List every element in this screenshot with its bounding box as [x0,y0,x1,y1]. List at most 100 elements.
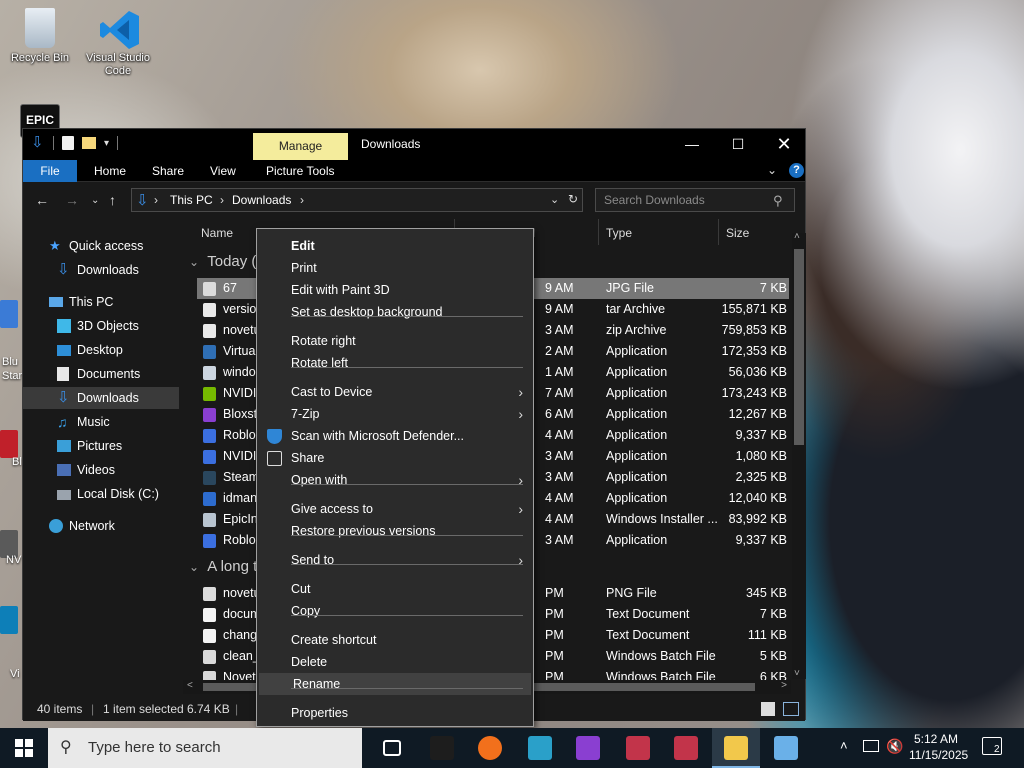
start-button[interactable] [0,728,48,768]
nav-local-disk[interactable]: Local Disk (C:) [23,483,179,505]
recent-locations-icon[interactable]: ⌄ [91,195,99,206]
menu-item-restore-previous-versions[interactable]: Restore previous versions [257,520,533,542]
breadcrumb-this-pc[interactable]: This PC [170,193,213,207]
breadcrumb-separator-icon[interactable]: › [220,193,224,207]
tab-manage[interactable]: Manage [253,133,348,160]
volume-muted-icon[interactable]: 🔇 [886,738,903,755]
search-input[interactable]: Search Downloads [595,188,795,212]
menu-item-delete[interactable]: Delete [257,651,533,673]
menu-item-7-zip[interactable]: 7-Zip › [257,403,533,425]
minimize-button[interactable]: — [669,129,715,160]
address-bar[interactable]: ⇩ › This PC › Downloads › ⌄ ↻ [131,188,583,212]
menu-item-send-to[interactable]: Send to › [257,549,533,571]
scroll-down-icon[interactable]: ˅ [794,668,800,679]
up-arrow-icon[interactable]: ↑ [109,192,116,208]
nav-downloads-pinned[interactable]: ⇩ Downloads [23,259,179,281]
nav-network[interactable]: Network [23,515,179,537]
vertical-scrollbar[interactable]: ˄ ˅ [792,231,806,679]
back-arrow-icon[interactable]: ← [35,192,49,208]
nav-3d-objects[interactable]: 3D Objects [23,315,179,337]
menu-item-copy[interactable]: Copy [257,600,533,622]
scroll-up-icon[interactable]: ˄ [794,231,800,242]
menu-item-rotate-left[interactable]: Rotate left [257,352,533,374]
scroll-right-icon[interactable]: ˃ [781,680,787,691]
menu-item-edit-with-paint-3d[interactable]: Edit with Paint 3D [257,279,533,301]
nav-pictures[interactable]: Pictures [23,435,179,457]
file-type: Text Document [606,607,690,621]
desktop-icon-partial[interactable] [0,430,18,458]
nav-music[interactable]: ♫ Music [23,411,179,433]
maximize-button[interactable]: ☐ [715,129,761,160]
desktop-icon-partial[interactable] [0,300,18,328]
new-folder-icon[interactable] [82,137,96,149]
nav-desktop[interactable]: Desktop [23,339,179,361]
taskbar-app-firefox[interactable] [466,728,514,768]
clock-time[interactable]: 5:12 AM [914,732,958,746]
clock-date[interactable]: 11/15/2025 [909,748,968,762]
tab-share[interactable]: Share [152,160,184,182]
column-divider[interactable] [598,219,599,245]
menu-item-give-access-to[interactable]: Give access to › [257,498,533,520]
taskbar-app-epic-games[interactable] [418,728,466,768]
desktop-icon-recycle-bin[interactable]: Recycle Bin [2,8,78,65]
scroll-left-icon[interactable]: ˂ [187,680,193,691]
column-divider[interactable] [718,219,719,245]
group-header-long-ago[interactable]: ⌄ A long t [189,558,257,575]
taskbar-search-input[interactable]: ⚲ Type here to search [48,728,362,768]
column-header-size[interactable]: Size [726,223,749,243]
network-icon[interactable] [863,740,879,752]
nav-videos[interactable]: Videos [23,459,179,481]
chevron-down-icon[interactable]: ⌄ [767,163,777,177]
refresh-icon[interactable]: ↻ [568,192,578,206]
taskbar-app-paint[interactable] [762,728,810,768]
desktop-icon-vscode[interactable]: Visual Studio Code [80,8,156,78]
menu-item-scan-with-microsoft-defender[interactable]: Scan with Microsoft Defender... [257,425,533,447]
breadcrumb-downloads[interactable]: Downloads [232,193,291,207]
title-bar[interactable]: ⇩ ▾ Manage Downloads — ☐ ✕ [23,129,805,160]
forward-arrow-icon[interactable]: → [65,192,79,208]
address-dropdown-icon[interactable]: ⌄ [550,193,559,206]
group-header-today[interactable]: ⌄ Today (1 [189,253,265,270]
menu-item-print[interactable]: Print [257,257,533,279]
desktop-icon-partial[interactable] [0,606,18,634]
taskbar-app-bloxstrap[interactable] [564,728,612,768]
tab-file[interactable]: File [23,160,77,182]
download-arrow-icon[interactable]: ⇩ [31,135,45,151]
menu-item-share[interactable]: Share [257,447,533,469]
taskbar-app-app-n[interactable] [662,728,710,768]
breadcrumb-separator-icon[interactable]: › [300,193,304,207]
tab-home[interactable]: Home [94,160,126,182]
nav-downloads[interactable]: ⇩ Downloads [23,387,179,409]
properties-icon[interactable] [62,136,74,150]
column-header-type[interactable]: Type [606,223,632,243]
menu-item-cut[interactable]: Cut [257,578,533,600]
menu-item-set-as-desktop-background[interactable]: Set as desktop background [257,301,533,323]
details-view-icon[interactable] [761,702,775,716]
menu-item-create-shortcut[interactable]: Create shortcut [257,629,533,651]
scroll-thumb[interactable] [794,249,804,445]
breadcrumb-separator-icon[interactable]: › [154,193,158,207]
file-type: Application [606,344,668,358]
customize-dropdown-icon[interactable]: ▾ [104,138,109,149]
close-button[interactable]: ✕ [761,129,807,160]
menu-item-open-with[interactable]: Open with › [257,469,533,491]
large-icons-view-icon[interactable] [783,702,799,716]
column-header-name[interactable]: Name [201,223,233,243]
nav-this-pc[interactable]: This PC [23,291,179,313]
taskbar-app-code-editor[interactable] [516,728,564,768]
taskbar-app-task-view[interactable] [368,728,416,768]
menu-item-rotate-right[interactable]: Rotate right [257,330,533,352]
taskbar-app-app-n[interactable] [614,728,662,768]
tab-picture-tools[interactable]: Picture Tools [266,160,334,182]
menu-item-rename[interactable]: Rename [259,673,531,695]
menu-item-properties[interactable]: Properties [257,702,533,724]
tab-view[interactable]: View [210,160,236,182]
chevron-up-icon[interactable]: ˄ [840,738,848,753]
help-icon[interactable]: ? [789,163,804,178]
menu-item-cast-to-device[interactable]: Cast to Device › [257,381,533,403]
menu-item-label: Rotate left [291,356,348,370]
menu-item-edit[interactable]: Edit [257,235,533,257]
nav-quick-access[interactable]: ★ Quick access [23,235,179,257]
nav-documents[interactable]: Documents [23,363,179,385]
taskbar-app-file-explorer[interactable] [712,728,760,768]
